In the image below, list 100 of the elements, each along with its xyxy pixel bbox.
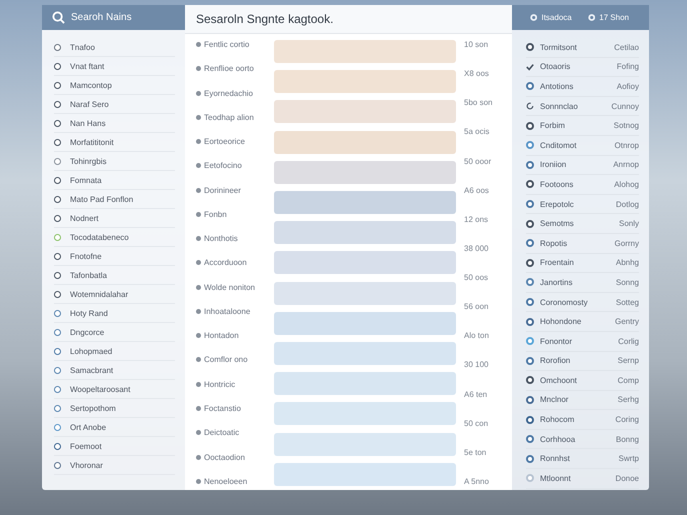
item-name[interactable]: Mnclnor [540,395,612,404]
row-label: Inhoataloone [204,306,250,316]
header-label[interactable]: 17 Shon [599,13,629,22]
item-name[interactable]: Corhhooa [540,434,610,444]
list-item[interactable]: Fomnata [54,171,175,190]
row-label: Ooctaodion [204,452,245,462]
item-name[interactable]: Tormitsont [540,42,608,52]
item-name[interactable]: Ropotis [540,238,609,248]
list-item[interactable]: Woopeltaroosant [54,380,175,399]
list-item[interactable]: Vhoronar [54,456,175,475]
bullet-icon [196,188,201,193]
bullet-icon [196,212,201,217]
row-label: Renflioe oorto [204,64,254,74]
item-value: Alohog [614,180,639,189]
item-name[interactable]: Semotms [540,219,613,228]
panel-title: Sesaroln Sngnte kagtook. [196,12,334,26]
row-label: Eyornedachio [204,88,253,98]
item-value: Anrnop [613,160,639,170]
item-value: Coring [615,415,639,424]
search-icon [52,11,65,24]
list-item[interactable]: Samacbrant [54,361,175,380]
list-item[interactable]: Tafonbatla [54,266,175,285]
bullet-icon [196,284,201,290]
row-value: 5a ocis [464,127,490,136]
item-name[interactable]: Omchoont [540,376,612,385]
item-name[interactable]: Hohondone [540,317,609,326]
item-name[interactable]: Cnditomot [540,140,609,150]
item-name[interactable]: Ronnhst [540,454,613,464]
list-item[interactable]: Nodnert [54,209,175,228]
bullet-icon [196,454,201,460]
list-item[interactable]: Mamcontop [54,76,175,95]
row-value: 5bo son [464,98,494,108]
row-value: 50 ooor [464,156,492,166]
bullet-icon [196,406,201,411]
list-item[interactable]: Tocodatabeneco [54,228,175,247]
item-name[interactable]: Rorofion [540,356,612,366]
row-value: 12 ons [464,214,490,224]
item-name[interactable]: Janortins [540,278,610,287]
list-item[interactable]: Dngcorce [54,323,175,342]
list-item[interactable]: Vnat ftant [54,57,175,76]
row-label: Accorduoon [204,258,247,268]
item-value: Abnhg [616,258,639,268]
item-name[interactable]: Antotions [540,82,611,91]
list-item[interactable]: Tnafoo [54,38,175,57]
list-item[interactable]: Mato Pad Fonflon [54,190,175,209]
row-value: 56 oon [464,302,490,312]
item-name[interactable]: Sonnnclao [540,102,606,111]
item-value: Cunnoy [611,102,639,111]
bullet-icon [196,357,201,362]
bullet-icon [196,333,201,338]
header-label[interactable]: Itsadoca [541,13,572,22]
item-name[interactable]: Coronomosty [540,298,610,307]
item-value: Corlig [618,336,639,346]
row-value: X8 oos [464,69,490,78]
row-label: Nenoeloeen [204,476,248,486]
list-item[interactable]: Naraf Sero [54,95,175,114]
item-value: Otnrop [614,140,639,150]
row-label: Hontadon [204,331,239,340]
item-value: Sotteg [616,298,639,307]
bullet-icon [196,42,201,47]
item-value: Bonng [616,434,639,444]
item-name[interactable]: Erepotolc [540,200,610,209]
row-value: A 5nno [464,476,490,486]
item-name[interactable]: Footoons [540,180,608,189]
item-name[interactable]: Otoaoris [540,62,611,72]
row-label: Nonthotis [204,234,238,244]
row-label: Eetofocino [204,161,242,170]
list-item[interactable]: Nan Hans [54,114,175,133]
list-item[interactable]: Ort Anobe [54,418,175,437]
list-item[interactable]: Lohopmaed [54,342,175,361]
row-label: Eortoeorice [204,137,245,146]
row-value: 5e ton [464,448,488,457]
row-value: 10 son [464,40,490,49]
list-item[interactable]: Foemoot [54,437,175,456]
bullet-icon [196,308,201,314]
row-value: 50 con [464,418,490,428]
list-item[interactable]: Wotemnidalahar [54,285,175,304]
row-label: Deictoatic [204,428,240,438]
panel-title: Searoh Nains [71,12,132,23]
item-name[interactable]: Ironiion [540,160,608,170]
bullet-icon [196,478,201,484]
item-name[interactable]: Forbim [540,121,608,130]
row-value: 30 100 [464,360,490,370]
row-label: Dorinineer [204,186,241,195]
list-item[interactable]: Fnotofne [54,247,175,266]
list-item[interactable]: Tohinrgbis [54,152,175,171]
bullet-icon [196,139,201,144]
row-label: Fentlic cortio [204,40,250,49]
item-value: Aofioy [616,82,639,91]
row-label: Teodhap alion [204,112,254,122]
item-name[interactable]: Fonontor [540,336,612,346]
list-item[interactable]: Hoty Rand [54,304,175,323]
list-item[interactable]: Sertopothom [54,399,175,418]
item-name[interactable]: Mtloonnt [540,474,610,483]
row-label: Wolde noniton [204,282,255,292]
list-item[interactable]: Morfatititonit [54,133,175,152]
item-name[interactable]: Rohocom [540,415,610,424]
item-name[interactable]: Froentain [540,258,610,268]
item-value: Dotlog [616,200,639,209]
row-label: Comflor ono [204,355,248,364]
